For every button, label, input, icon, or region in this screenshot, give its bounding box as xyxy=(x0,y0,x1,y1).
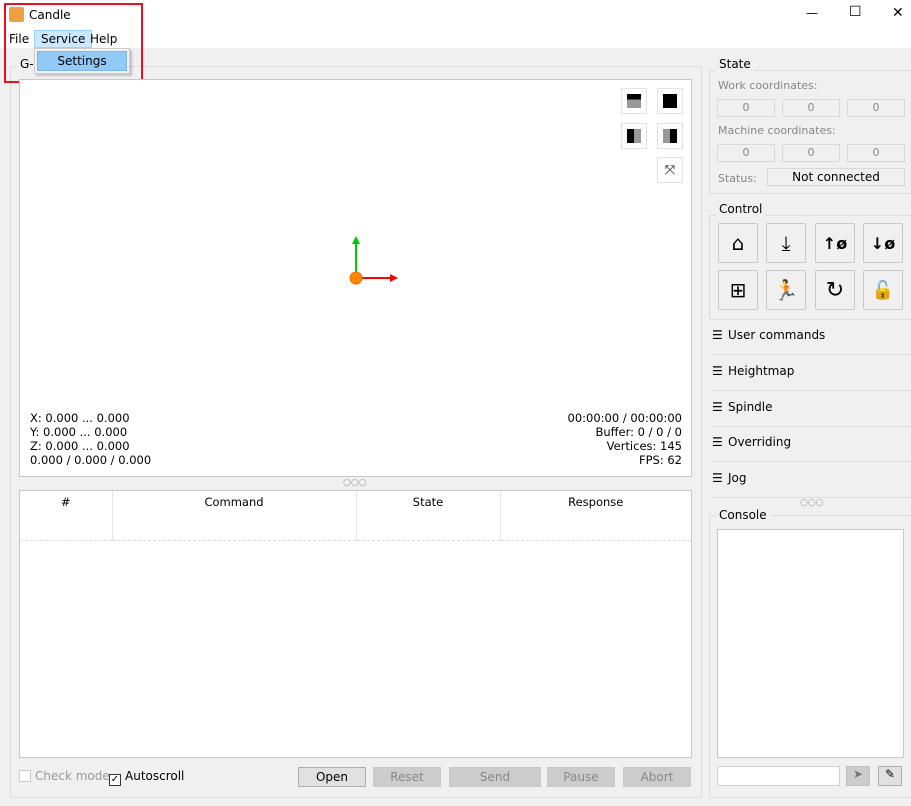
menu-icon: ☰ xyxy=(712,364,723,378)
open-button[interactable]: Open xyxy=(298,767,366,787)
safe-position-button[interactable]: 🏃 xyxy=(766,270,806,310)
abort-button[interactable]: Abort xyxy=(623,767,691,787)
probe-z-button[interactable]: ⤓ xyxy=(766,223,806,263)
axes-origin xyxy=(349,236,398,285)
view-front-button[interactable] xyxy=(657,88,683,114)
zero-z-button[interactable]: ↓ø xyxy=(863,223,903,263)
menu-icon: ☰ xyxy=(712,471,723,485)
stats-info: 00:00:00 / 00:00:00 Buffer: 0 / 0 / 0 Vert… xyxy=(567,411,682,467)
home-button[interactable]: ⌂ xyxy=(718,223,758,263)
work-x: 0 xyxy=(717,99,775,117)
clear-console-button[interactable]: ✎ xyxy=(878,766,902,786)
section-overriding[interactable]: ☰ Overriding xyxy=(712,435,911,462)
zero-xy-button[interactable]: ↑ø xyxy=(815,223,855,263)
work-y: 0 xyxy=(782,99,840,117)
cube-right-icon xyxy=(663,129,677,143)
col-response[interactable]: Response xyxy=(500,491,691,540)
section-heightmap[interactable]: ☰ Heightmap xyxy=(712,364,911,391)
console-title: Console xyxy=(716,508,770,522)
home-search-icon: ⌂ xyxy=(731,231,745,255)
checkmark-icon: ✓ xyxy=(109,774,121,786)
expand-icon: ⤧ xyxy=(664,162,676,178)
check-mode-checkbox[interactable]: Check mode xyxy=(19,769,110,783)
restore-origin-button[interactable]: ⊞ xyxy=(718,270,758,310)
console-output[interactable] xyxy=(717,529,904,758)
work-coords-label: Work coordinates: xyxy=(718,79,818,92)
section-user-commands[interactable]: ☰ User commands xyxy=(712,328,911,355)
state-title: State xyxy=(716,57,754,71)
machine-coords-label: Machine coordinates: xyxy=(718,124,836,137)
maximize-button[interactable]: ☐ xyxy=(849,4,862,20)
right-splitter-handle[interactable]: ○○○ xyxy=(800,498,824,508)
probe-icon: ⤓ xyxy=(781,231,791,255)
view-left-button[interactable] xyxy=(621,123,647,149)
autoscroll-checkbox[interactable]: ✓ Autoscroll xyxy=(109,769,184,786)
view-isometric-button[interactable] xyxy=(657,123,683,149)
machine-z: 0 xyxy=(847,144,905,162)
send-command-button[interactable]: ➤ xyxy=(846,766,870,786)
eraser-icon: ✎ xyxy=(884,767,896,781)
col-state[interactable]: State xyxy=(356,491,501,540)
fit-view-button[interactable]: ⤧ xyxy=(657,157,683,183)
reset-controller-button[interactable]: ↻ xyxy=(815,270,855,310)
coords-info: X: 0.000 ... 0.000 Y: 0.000 ... 0.000 Z: 0… xyxy=(30,411,152,467)
zero-z-icon: ↓ø xyxy=(870,233,896,253)
splitter-handle[interactable]: ○○○ xyxy=(343,478,367,488)
col-number[interactable]: # xyxy=(20,491,113,540)
minimize-button[interactable]: — xyxy=(806,6,818,20)
control-title: Control xyxy=(716,202,766,216)
close-button[interactable]: ✕ xyxy=(892,5,904,21)
view-top-button[interactable] xyxy=(621,88,647,114)
running-man-icon: 🏃 xyxy=(773,278,799,302)
cube-top-icon xyxy=(627,94,641,108)
status-label: Status: xyxy=(718,172,757,185)
machine-x: 0 xyxy=(717,144,775,162)
unlock-icon: 🔓 xyxy=(871,279,895,301)
menu-icon: ☰ xyxy=(712,435,723,449)
paper-plane-icon: ➤ xyxy=(852,767,864,781)
status-value: Not connected xyxy=(767,168,905,186)
section-jog[interactable]: ☰ Jog xyxy=(712,471,911,498)
machine-y: 0 xyxy=(782,144,840,162)
gl-viewport[interactable]: ⤧ X: 0.000 ... 0.000 Y: 0.000 ... 0.000 Z:… xyxy=(19,79,692,477)
cube-left-icon xyxy=(627,129,641,143)
menu-icon: ☰ xyxy=(712,328,723,342)
console-input[interactable] xyxy=(717,766,840,786)
work-z: 0 xyxy=(847,99,905,117)
reset-button[interactable]: Reset xyxy=(373,767,441,787)
cube-front-icon xyxy=(663,94,677,108)
zero-xy-icon: ↑ø xyxy=(822,233,848,253)
crosshair-icon: ⊞ xyxy=(729,278,747,302)
col-command[interactable]: Command xyxy=(112,491,357,540)
section-spindle[interactable]: ☰ Spindle xyxy=(712,400,911,427)
program-table[interactable]: # Command State Response xyxy=(19,490,692,758)
refresh-icon: ↻ xyxy=(825,277,845,303)
pause-button[interactable]: Pause xyxy=(547,767,615,787)
send-button[interactable]: Send xyxy=(449,767,541,787)
highlight-box xyxy=(4,3,143,83)
unlock-button[interactable]: 🔓 xyxy=(863,270,903,310)
menu-icon: ☰ xyxy=(712,400,723,414)
